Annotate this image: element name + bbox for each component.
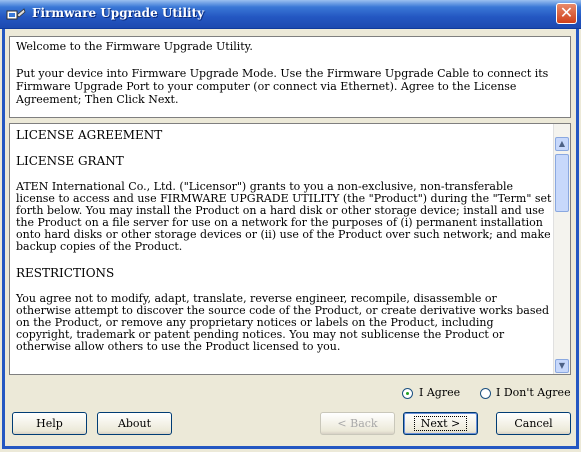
agree-label[interactable]: I Agree [419,386,460,399]
restrictions-text: You agree not to modify, adapt, translat… [16,292,550,353]
welcome-panel: Welcome to the Firmware Upgrade Utility.… [9,36,571,118]
utility-app-icon [6,8,26,20]
restrictions-heading: RESTRICTIONS [16,266,115,280]
close-icon[interactable]: ✕ [556,3,577,24]
scroll-thumb[interactable] [555,154,569,212]
license-grant-heading: LICENSE GRANT [16,154,124,168]
scroll-up-icon[interactable]: ▲ [555,137,569,151]
scroll-down-icon[interactable]: ▼ [555,359,569,373]
title-bar[interactable]: Firmware Upgrade Utility ✕ [0,0,581,29]
disagree-radio[interactable] [480,388,491,399]
agree-radio[interactable] [402,388,413,399]
license-grant-text: ATEN International Co., Ltd. ("Licensor"… [16,180,552,253]
license-agreement-panel[interactable]: LICENSE AGREEMENT LICENSE GRANT ATEN Int… [9,123,571,375]
agreement-options: I Agree I Don't Agree [0,386,581,400]
license-title: LICENSE AGREEMENT [16,128,163,142]
about-button[interactable]: About [97,412,172,435]
disagree-label[interactable]: I Don't Agree [496,386,571,399]
back-button[interactable]: < Back [320,412,395,435]
welcome-line: Welcome to the Firmware Upgrade Utility. [16,40,253,53]
next-button[interactable]: Next > [403,412,478,435]
next-button-label: Next > [413,416,468,431]
cancel-button[interactable]: Cancel [496,412,571,435]
instructions-text: Put your device into Firmware Upgrade Mo… [16,67,549,106]
help-button[interactable]: Help [12,412,87,435]
license-scrollbar[interactable]: ▲ ▼ [553,124,570,374]
window-title: Firmware Upgrade Utility [32,6,205,20]
